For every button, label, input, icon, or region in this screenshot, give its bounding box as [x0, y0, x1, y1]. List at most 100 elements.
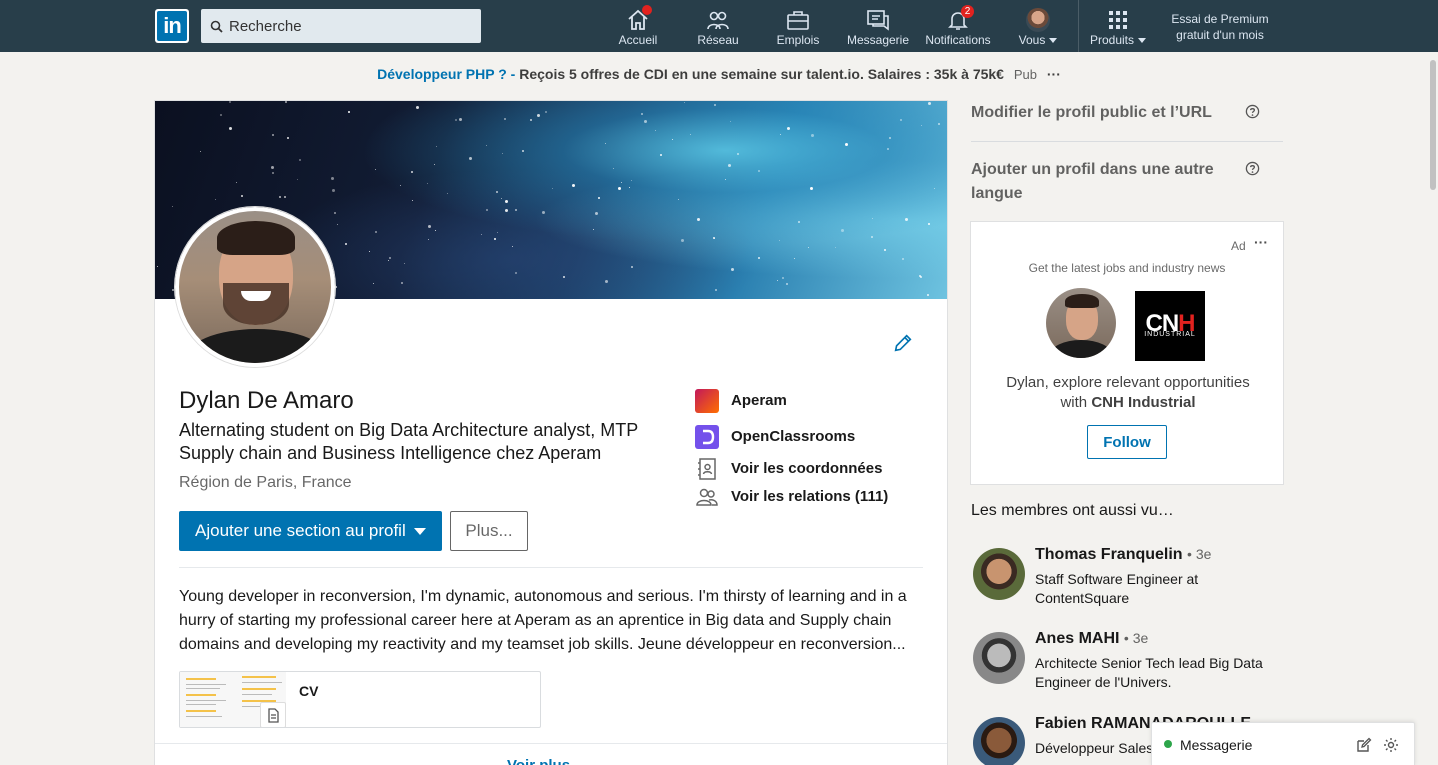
star-dot: [435, 146, 437, 148]
nav-jobs[interactable]: Emplois: [768, 0, 828, 52]
person-title: Staff Software Engineer at ContentSquare: [1035, 571, 1199, 606]
add-language-profile-link[interactable]: Ajouter un profil dans une autre langue: [971, 158, 1241, 206]
star-dot: [617, 187, 621, 191]
star-dot: [900, 118, 903, 121]
ad-text[interactable]: Reçois 5 offres de CDI en une semaine su…: [519, 66, 1004, 82]
see-more-link[interactable]: Voir plus: [507, 757, 570, 765]
star-dot: [172, 289, 175, 292]
nav-products-label: Produits: [1084, 33, 1152, 47]
nav-jobs-label: Emplois: [776, 33, 820, 47]
star-dot: [629, 187, 631, 189]
aperam-logo: [695, 389, 719, 413]
notification-badge: 2: [961, 5, 974, 18]
jobs-icon: [787, 11, 809, 30]
star-dot: [426, 182, 428, 184]
add-section-label: Ajouter une section au profil: [195, 521, 406, 540]
search-input[interactable]: [229, 9, 477, 43]
profile-photo[interactable]: [175, 207, 335, 367]
star-dot: [715, 289, 718, 292]
star-dot: [713, 103, 716, 106]
star-dot: [271, 165, 275, 169]
premium-trial-link[interactable]: Essai de Premium gratuit d'un mois: [1160, 11, 1280, 43]
top-nav: in Accueil Réseau Emplois: [0, 0, 1438, 52]
edit-pencil-icon[interactable]: [892, 332, 914, 354]
linkedin-logo[interactable]: in: [155, 9, 189, 43]
search-box[interactable]: [201, 9, 481, 43]
scrollbar-thumb[interactable]: [1430, 60, 1436, 190]
ad-message: Dylan, explore relevant opportunities wi…: [1006, 374, 1250, 411]
star-dot: [503, 117, 506, 120]
nav-notifications[interactable]: 2 Notifications: [920, 0, 996, 52]
star-dot: [641, 113, 644, 116]
nav-notifications-label: Notifications: [925, 33, 991, 47]
star-dot: [331, 189, 335, 193]
online-status-dot: [1164, 740, 1172, 748]
star-dot: [730, 121, 732, 123]
star-dot: [845, 143, 849, 147]
contact-card-icon: [698, 458, 716, 480]
star-dot: [594, 212, 598, 216]
network-icon: [707, 11, 729, 30]
star-dot: [605, 280, 609, 284]
company-label: Aperam: [731, 392, 787, 409]
nav-me-label: Vous: [1008, 33, 1068, 47]
help-icon[interactable]: [1245, 104, 1260, 119]
star-dot: [235, 181, 237, 183]
ad-lead[interactable]: Développeur PHP ? -: [377, 66, 515, 82]
messaging-label: Messagerie: [1180, 737, 1253, 753]
star-dot: [672, 139, 674, 141]
star-dot: [737, 153, 740, 156]
star-dot: [902, 258, 905, 261]
media-attachment[interactable]: CV: [179, 671, 541, 728]
edit-public-profile-link[interactable]: Modifier le profil public et l’URL: [971, 101, 1241, 125]
company-name: CNH Industrial: [1091, 394, 1196, 411]
star-dot: [157, 265, 159, 267]
star-dot: [776, 280, 778, 282]
media-title: CV: [299, 683, 319, 699]
star-dot: [758, 257, 761, 259]
cnh-industrial-logo[interactable]: CNH INDUSTRIAL: [1135, 291, 1205, 361]
avatar[interactable]: [973, 632, 1025, 684]
star-dot: [779, 239, 781, 241]
nav-network[interactable]: Réseau: [688, 0, 748, 52]
messaging-dock[interactable]: Messagerie: [1151, 722, 1415, 765]
star-dot: [522, 150, 525, 153]
star-dot: [427, 238, 429, 240]
gear-icon[interactable]: [1383, 737, 1399, 753]
avatar[interactable]: [973, 717, 1025, 765]
ad-more-icon[interactable]: ···: [1047, 66, 1061, 82]
star-dot: [505, 200, 509, 204]
school-label: OpenClassrooms: [731, 428, 856, 445]
person-name[interactable]: Anes MAHI • 3e: [1035, 630, 1148, 648]
star-dot: [416, 106, 420, 110]
star-dot: [631, 179, 633, 181]
star-dot: [283, 196, 286, 199]
scrollbar[interactable]: [1428, 52, 1438, 765]
profile-location: Région de Paris, France: [179, 474, 352, 491]
help-icon[interactable]: [1245, 161, 1260, 176]
star-dot: [727, 163, 731, 167]
divider: [179, 567, 923, 568]
more-button[interactable]: Plus...: [450, 511, 528, 551]
person-name[interactable]: Thomas Franquelin • 3e: [1035, 546, 1211, 564]
follow-button[interactable]: Follow: [1087, 425, 1167, 459]
star-dot: [505, 208, 509, 212]
star-dot: [712, 236, 715, 239]
top-ad-banner[interactable]: Développeur PHP ? - Reçois 5 offres de C…: [0, 66, 1438, 82]
nav-messaging[interactable]: Messagerie: [842, 0, 914, 52]
star-dot: [779, 134, 781, 136]
star-dot: [781, 276, 784, 279]
star-dot: [388, 259, 390, 261]
star-dot: [545, 111, 548, 114]
star-dot: [334, 211, 337, 214]
nav-products[interactable]: Produits: [1084, 0, 1152, 52]
nav-home[interactable]: Accueil: [608, 0, 668, 52]
ad-label: Ad: [1231, 239, 1246, 253]
avatar[interactable]: [973, 548, 1025, 600]
nav-me[interactable]: Vous: [1008, 0, 1068, 52]
compose-icon[interactable]: [1356, 737, 1372, 753]
more-options-icon[interactable]: ···: [1254, 234, 1268, 250]
add-section-button[interactable]: Ajouter une section au profil: [179, 511, 442, 551]
profile-summary[interactable]: Young developer in reconversion, I'm dyn…: [179, 585, 923, 657]
star-dot: [299, 158, 302, 161]
